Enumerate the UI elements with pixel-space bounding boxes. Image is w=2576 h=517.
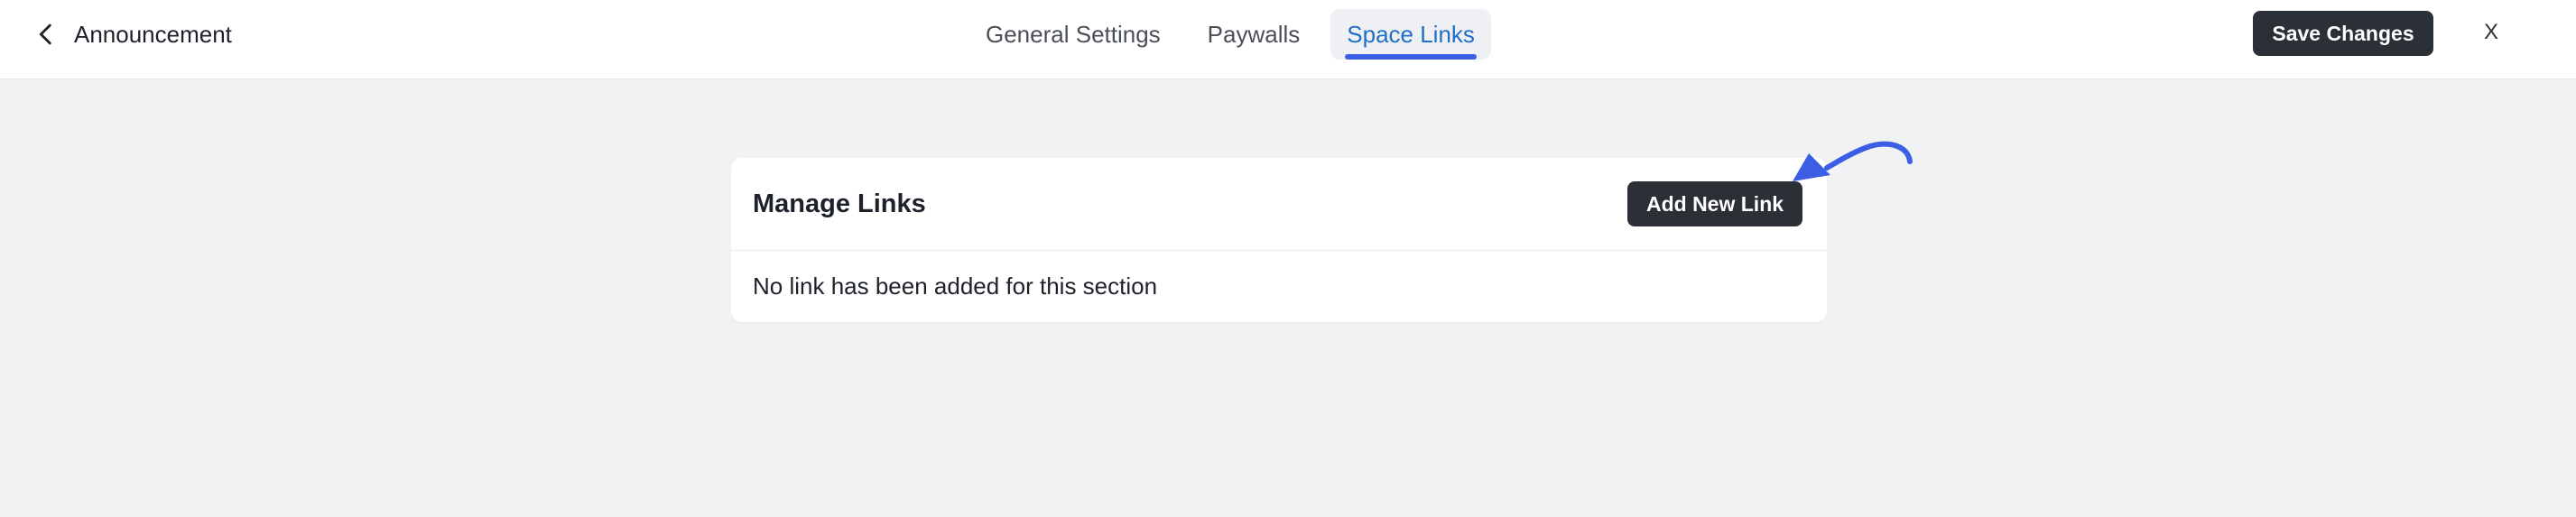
close-button[interactable]: X — [2480, 13, 2502, 52]
tab-general-settings[interactable]: General Settings — [969, 9, 1177, 60]
chevron-left-icon — [39, 23, 51, 45]
active-tab-indicator — [1345, 54, 1477, 60]
card-title: Manage Links — [753, 189, 926, 218]
back-label: Announcement — [74, 20, 232, 48]
curved-arrow-icon — [1793, 141, 1913, 181]
save-changes-button[interactable]: Save Changes — [2253, 11, 2433, 56]
empty-state-message: No link has been added for this section — [753, 272, 1158, 300]
card-header: Manage Links Add New Link — [731, 158, 1827, 251]
tab-bar: General Settings Paywalls Space Links — [969, 9, 1506, 60]
tab-space-links-label: Space Links — [1347, 21, 1475, 48]
tab-space-links[interactable]: Space Links — [1330, 9, 1491, 60]
tab-paywalls[interactable]: Paywalls — [1191, 9, 1317, 60]
back-button[interactable]: Announcement — [31, 0, 232, 69]
manage-links-card: Manage Links Add New Link No link has be… — [731, 158, 1827, 322]
top-bar: Announcement General Settings Paywalls S… — [0, 0, 2576, 79]
add-new-link-button[interactable]: Add New Link — [1627, 181, 1802, 226]
